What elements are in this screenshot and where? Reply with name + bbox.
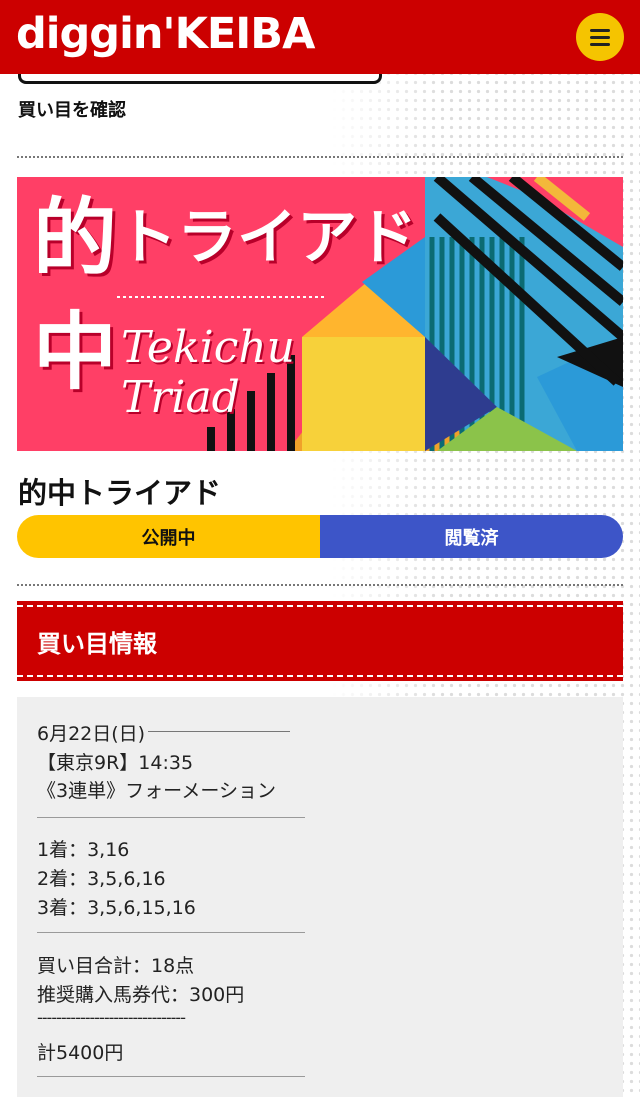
section-heading: 買い目情報 <box>17 605 623 677</box>
date-rule <box>148 731 290 732</box>
banner-en-line2: Triad <box>121 372 240 423</box>
section-heading-text: 買い目情報 <box>37 629 157 658</box>
site-header: diggin'KEIBA <box>0 0 640 74</box>
article-title: 的中トライアド <box>18 476 222 510</box>
bet-type: 《3連単》フォーメーション <box>37 780 276 802</box>
banner-jp-char-2: 中 <box>33 302 118 401</box>
divider <box>17 584 623 586</box>
hamburger-bar <box>590 35 610 39</box>
site-logo[interactable]: diggin'KEIBA <box>16 12 315 56</box>
confirm-bets-link[interactable]: 買い目を確認 <box>18 96 126 122</box>
rule <box>37 817 305 818</box>
third-place: 3着：3,5,6,15,16 <box>37 897 196 919</box>
rule <box>37 1076 305 1077</box>
price-per-ticket: 推奨購入馬券代：300円 <box>37 984 245 1006</box>
banner-jp-char-1: 的 <box>33 188 118 287</box>
second-place: 2着：3,5,6,16 <box>37 868 166 890</box>
separator-text: ------------------------------- <box>37 1008 186 1027</box>
rule <box>37 932 305 933</box>
status-viewed-badge: 閲覧済 <box>320 515 623 558</box>
race-date: 6月22日(日) <box>37 723 146 745</box>
first-place: 1着：3,16 <box>37 839 130 861</box>
divider <box>17 156 623 158</box>
race-info: 【東京9R】14:35 <box>37 752 194 774</box>
status-open-badge: 公開中 <box>17 515 320 558</box>
total-points: 買い目合計：18点 <box>37 955 195 977</box>
total-amount: 計5400円 <box>37 1042 124 1064</box>
status-bar: 公開中 閲覧済 <box>17 515 623 558</box>
hamburger-icon[interactable] <box>576 13 624 61</box>
hamburger-bar <box>590 28 610 32</box>
banner-en-line1: Tekichu <box>121 322 296 373</box>
hamburger-bar <box>590 42 610 46</box>
article-banner: 的 中 トライアド Tekichu Triad <box>17 177 623 451</box>
banner-jp-katakana: トライアド <box>117 203 417 273</box>
